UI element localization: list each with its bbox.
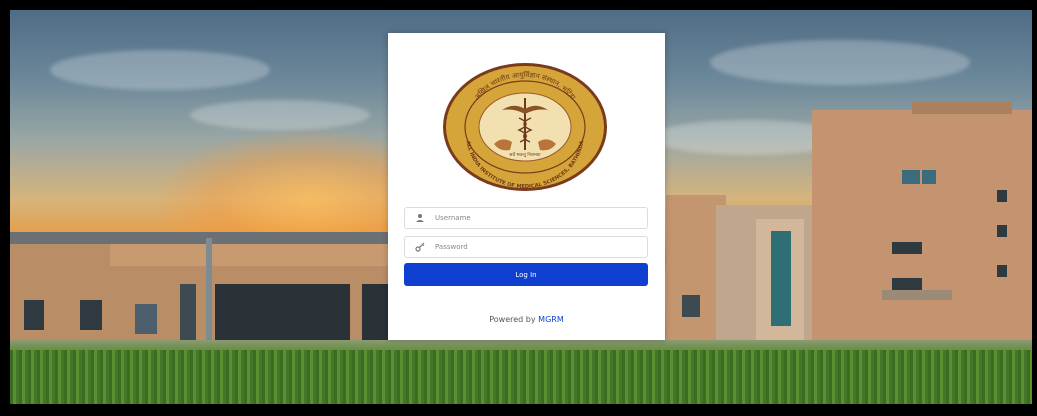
cloud	[50, 50, 270, 90]
grass-foreground	[10, 350, 1032, 404]
cloud	[710, 40, 970, 85]
password-input[interactable]	[435, 243, 635, 251]
logo-motto: सर्वे भवन्तु निरामया	[509, 151, 541, 158]
powered-by-brand[interactable]: MGRM	[538, 315, 564, 324]
login-screen: अखिल भारतीय आयुर्विज्ञान संस्थान, भटिंडा…	[0, 0, 1037, 416]
powered-by-label: Powered by	[489, 315, 536, 324]
building-right-tall	[812, 102, 1032, 340]
powered-by-footer: Powered by MGRM	[388, 315, 665, 324]
key-icon	[413, 240, 427, 254]
username-field[interactable]	[404, 207, 648, 229]
login-card: अखिल भारतीय आयुर्विज्ञान संस्थान, भटिंडा…	[388, 33, 665, 340]
institute-logo: अखिल भारतीय आयुर्विज्ञान संस्थान, भटिंडा…	[443, 63, 607, 191]
user-icon	[413, 211, 427, 225]
building-roof-left	[10, 232, 390, 244]
password-field[interactable]	[404, 236, 648, 258]
username-input[interactable]	[435, 214, 635, 222]
login-button[interactable]: Log In	[404, 263, 648, 286]
cloud	[190, 100, 370, 130]
building-left	[10, 238, 390, 340]
